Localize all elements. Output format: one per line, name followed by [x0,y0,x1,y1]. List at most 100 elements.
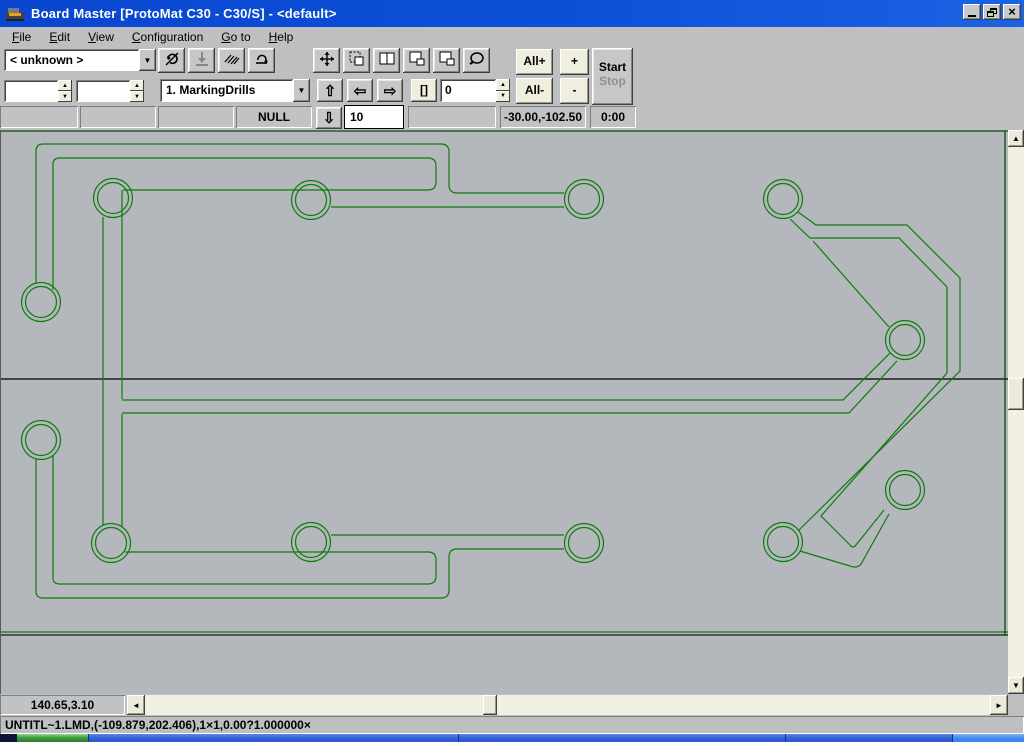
tool-head-combobox[interactable]: < unknown > ▼ [4,49,156,71]
menu-item-go-to[interactable]: Go to [212,28,259,46]
vertical-scrollbar[interactable]: ▲ ▼ [1008,130,1024,694]
start-button-strip[interactable] [17,734,88,742]
spindle-toggle-icon [163,50,181,71]
spin-down-icon[interactable]: ▼ [130,91,144,102]
minus-button[interactable]: - [560,78,589,104]
taskbar-window-button[interactable] [458,734,785,742]
minimize-button[interactable] [963,4,981,20]
menu-item-edit[interactable]: Edit [40,28,79,46]
rubout-icon [223,50,241,71]
copy-frame-button[interactable] [343,48,370,73]
app-icon [5,6,25,22]
restore-button[interactable] [983,4,1001,20]
taskbar-window-button[interactable] [88,734,458,742]
horizontal-scroll-track[interactable] [145,695,990,715]
taskbar-edge [0,734,17,742]
y-position-spinner[interactable]: ▲▼ [130,80,144,102]
move-right-button[interactable]: ⇨ [377,79,403,102]
move-button[interactable] [313,48,340,73]
pcb-pad [890,475,921,506]
status-cell-4 [408,106,496,128]
spin-down-icon[interactable]: ▼ [496,91,510,103]
zoom-button[interactable] [463,48,490,73]
vertical-scroll-track[interactable] [1008,147,1024,677]
pcb-preview-canvas[interactable] [0,130,1008,694]
status-cell-1 [0,106,78,128]
bracket-button[interactable]: [] [411,79,437,102]
step-spinner[interactable]: ▲▼ [496,79,510,102]
pcb-pad [768,184,799,215]
pcb-pad [764,180,803,219]
chevron-down-icon[interactable]: ▼ [139,49,156,71]
zoom-icon [468,50,486,71]
time-status-cell: 0:00 [590,106,636,128]
title-bar: Board Master [ProtoMat C30 - C30/S] - <d… [0,0,1024,27]
scroll-up-button[interactable]: ▲ [1008,130,1024,147]
feed-field[interactable]: 10 [344,105,404,129]
tool-exchange-button[interactable] [248,48,275,73]
x-position-spinner[interactable]: ▲▼ [58,80,72,102]
pcb-pad [26,287,57,318]
tool-head-value: < unknown > [4,49,139,71]
toolbar: < unknown > ▼ All+ + All- - Start Stop ▲… [0,47,1024,128]
pcb-pad [94,179,133,218]
status-bar: UNTITL~1.LMD,(-109.879,202.406),1×1,0.00… [0,716,1024,734]
start-stop-button[interactable]: Start Stop [592,48,633,105]
pcb-pad [569,184,600,215]
menu-item-configuration[interactable]: Configuration [123,28,212,46]
all-plus-button[interactable]: All+ [516,49,553,75]
pcb-pad [569,528,600,559]
taskbar-window-button[interactable] [785,734,952,742]
duplicate-b-button[interactable] [433,48,460,73]
vertical-scroll-thumb[interactable] [1008,378,1024,410]
move-up-button[interactable]: ⇧ [317,79,343,102]
scroll-down-button[interactable]: ▼ [1008,677,1024,694]
pcb-pad [292,181,331,220]
chevron-down-icon[interactable]: ▼ [293,79,310,102]
head-down-icon [193,50,211,71]
spin-up-icon[interactable]: ▲ [496,79,510,91]
spin-up-icon[interactable]: ▲ [130,80,144,91]
all-minus-button[interactable]: All- [516,78,553,104]
rubout-button[interactable] [218,48,245,73]
pcb-pad [96,528,127,559]
minimize-icon [968,15,976,17]
step-field[interactable]: 0 [440,79,496,102]
copy-pages-icon [378,50,396,71]
menu-item-help[interactable]: Help [260,28,303,46]
pcb-trace-outline [800,514,889,567]
scroll-right-button[interactable]: ► [990,695,1008,715]
pcb-pad [886,471,925,510]
pcb-trace-outline [122,353,890,400]
production-phase-value: 1. MarkingDrills [160,79,293,102]
copy-frame-icon [348,50,366,71]
taskbar-active-button[interactable] [952,734,1024,742]
head-down-button[interactable] [188,48,215,73]
pcb-pad [26,425,57,456]
y-position-field[interactable] [76,80,130,102]
position-status-cell: -30.00,-102.50 [500,106,586,128]
move-left-button[interactable]: ⇦ [347,79,373,102]
spindle-toggle-button[interactable] [158,48,185,73]
scroll-left-button[interactable]: ◄ [127,695,145,715]
close-icon: × [1008,7,1016,17]
spin-up-icon[interactable]: ▲ [58,80,72,91]
move-down-button[interactable]: ⇩ [316,107,342,129]
pcb-pad [292,523,331,562]
production-phase-combobox[interactable]: 1. MarkingDrills ▼ [160,79,310,102]
horizontal-scroll-thumb[interactable] [483,695,497,715]
menu-item-view[interactable]: View [79,28,123,46]
copy-pages-button[interactable] [373,48,400,73]
stop-label: Stop [592,74,633,88]
x-position-field[interactable] [4,80,58,102]
close-button[interactable]: × [1003,4,1021,20]
menu-item-file[interactable]: File [3,28,40,46]
plus-button[interactable]: + [560,49,589,75]
restore-icon [987,8,997,17]
pcb-pad [565,524,604,563]
pcb-pad [98,183,129,214]
duplicate-a-button[interactable] [403,48,430,73]
tool-exchange-icon [253,50,271,71]
pcb-trace-outline [53,455,436,584]
spin-down-icon[interactable]: ▼ [58,91,72,102]
